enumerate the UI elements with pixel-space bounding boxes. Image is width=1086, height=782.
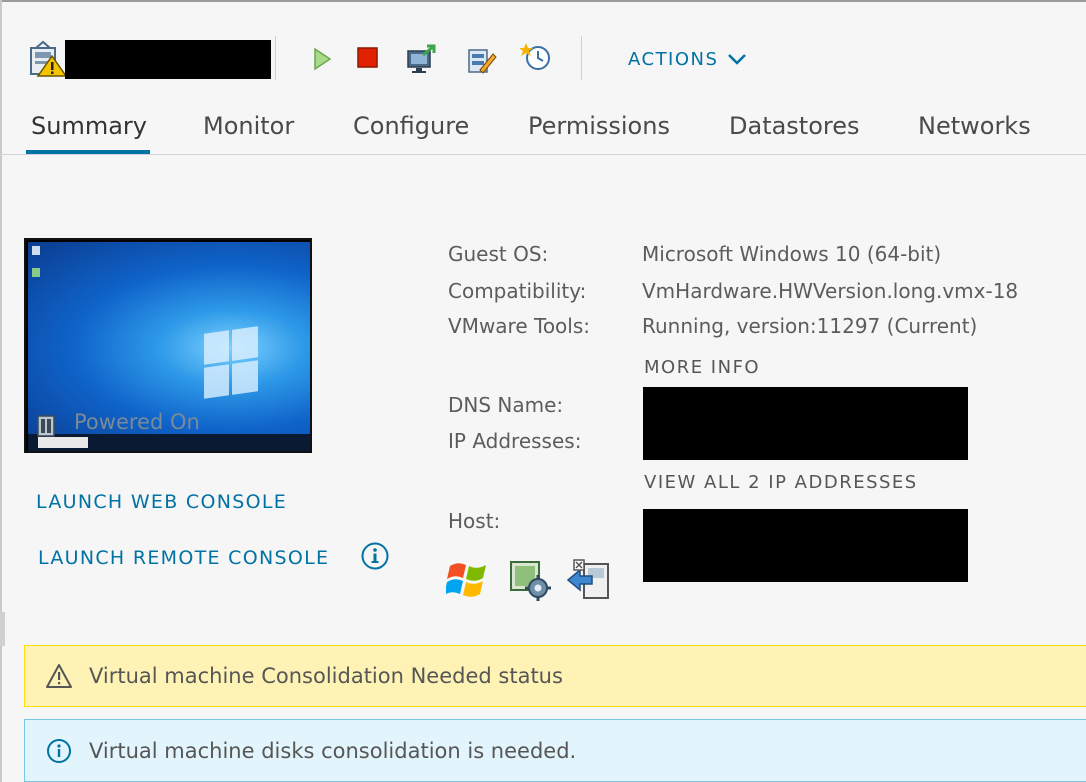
splitter-handle[interactable] bbox=[0, 612, 5, 646]
tab-bar: Summary Monitor Configure Permissions Da… bbox=[0, 108, 1086, 156]
power-on-icon[interactable] bbox=[306, 44, 336, 74]
vm-settings-gear-icon[interactable] bbox=[508, 558, 554, 602]
actions-menu-button[interactable]: ACTIONS bbox=[628, 46, 748, 72]
guest-os-label: Guest OS: bbox=[448, 242, 549, 266]
info-message: Virtual machine disks consolidation is n… bbox=[89, 738, 577, 763]
actions-label: ACTIONS bbox=[628, 48, 719, 70]
migrate-vm-icon[interactable] bbox=[566, 558, 612, 602]
tab-configure[interactable]: Configure bbox=[353, 108, 469, 153]
chevron-down-icon bbox=[728, 54, 747, 65]
window-top-border bbox=[0, 0, 1086, 2]
compatibility-value: VmHardware.HWVersion.long.vmx-18 bbox=[642, 279, 1019, 303]
tab-networks[interactable]: Networks bbox=[918, 108, 1031, 153]
console-thumbnail[interactable]: Powered On bbox=[24, 238, 312, 453]
desktop-wallpaper bbox=[28, 242, 310, 434]
tab-divider bbox=[0, 154, 1086, 155]
powered-on-status-icon bbox=[36, 414, 56, 438]
compatibility-label: Compatibility: bbox=[448, 279, 587, 303]
tab-summary[interactable]: Summary bbox=[31, 108, 147, 153]
desktop-icon bbox=[32, 268, 40, 277]
taskbar-search bbox=[38, 437, 88, 448]
warning-message: Virtual machine Consolidation Needed sta… bbox=[89, 664, 563, 688]
tab-monitor[interactable]: Monitor bbox=[203, 108, 294, 153]
active-tab-indicator bbox=[26, 150, 150, 154]
more-info-link[interactable]: MORE INFO bbox=[644, 357, 760, 378]
edit-settings-icon[interactable] bbox=[466, 44, 497, 74]
vmware-tools-label: VMware Tools: bbox=[448, 314, 591, 338]
vmware-tools-value: Running, version:11297 (Current) bbox=[642, 314, 978, 338]
dns-ip-redacted bbox=[643, 387, 968, 460]
toolbar-separator bbox=[275, 36, 276, 80]
ip-addresses-label: IP Addresses: bbox=[448, 429, 582, 453]
warning-banner: Virtual machine Consolidation Needed sta… bbox=[24, 645, 1086, 707]
info-icon[interactable] bbox=[360, 541, 390, 571]
info-banner: Virtual machine disks consolidation is n… bbox=[24, 719, 1086, 782]
warning-triangle-icon bbox=[45, 662, 73, 690]
power-state-label: Powered On bbox=[74, 410, 200, 434]
launch-remote-console-link[interactable]: LAUNCH REMOTE CONSOLE bbox=[38, 547, 329, 569]
windows-flag-icon bbox=[444, 558, 492, 600]
view-all-ip-link[interactable]: VIEW ALL 2 IP ADDRESSES bbox=[644, 472, 918, 493]
dns-name-label: DNS Name: bbox=[448, 393, 564, 417]
info-circle-icon bbox=[45, 737, 73, 765]
taskbar bbox=[28, 434, 310, 451]
launch-web-console-link[interactable]: LAUNCH WEB CONSOLE bbox=[36, 491, 287, 513]
windows-logo-icon bbox=[204, 326, 258, 400]
power-off-icon[interactable] bbox=[352, 43, 382, 73]
tab-datastores[interactable]: Datastores bbox=[729, 108, 860, 153]
toolbar-separator bbox=[581, 36, 582, 80]
desktop-icon bbox=[32, 246, 40, 255]
guest-os-value: Microsoft Windows 10 (64-bit) bbox=[642, 242, 942, 266]
tab-permissions[interactable]: Permissions bbox=[528, 108, 670, 153]
launch-console-icon[interactable] bbox=[405, 43, 436, 73]
vm-warning-icon bbox=[28, 40, 68, 78]
host-label: Host: bbox=[448, 509, 501, 533]
vm-name-redacted bbox=[65, 40, 271, 79]
host-redacted bbox=[643, 509, 968, 582]
snapshot-icon[interactable] bbox=[519, 41, 550, 71]
